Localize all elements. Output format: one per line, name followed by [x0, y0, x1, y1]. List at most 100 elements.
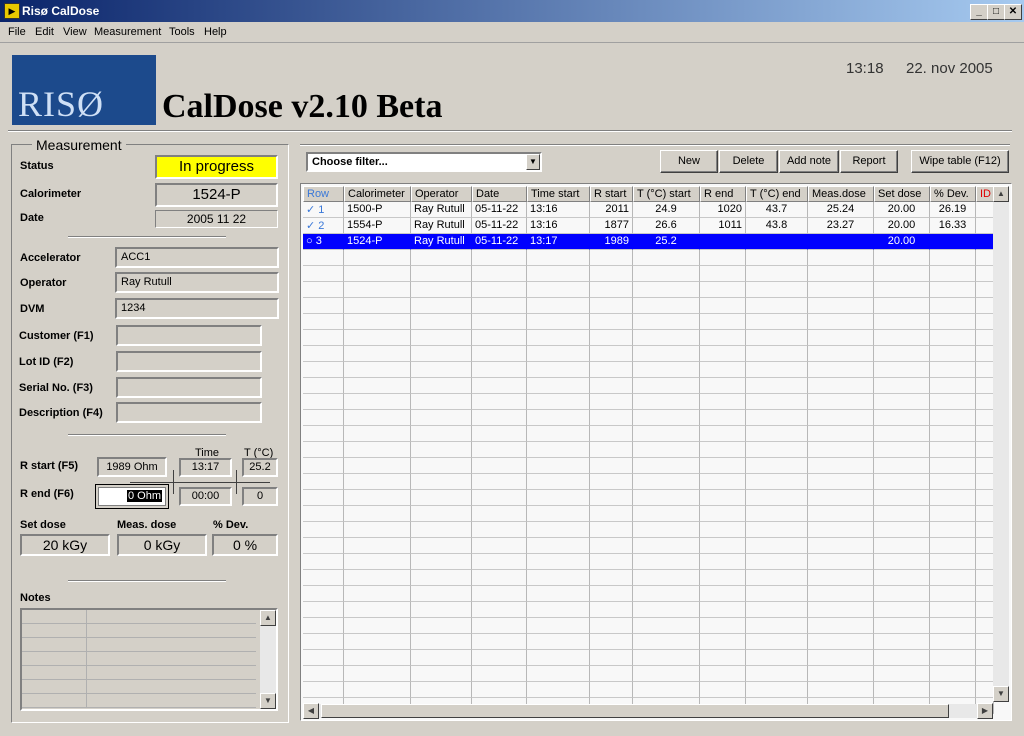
empty-cell[interactable]: [746, 618, 808, 634]
empty-cell[interactable]: [344, 298, 411, 314]
empty-cell[interactable]: [930, 522, 976, 538]
empty-cell[interactable]: [472, 570, 527, 586]
table-cell[interactable]: 1989: [590, 234, 633, 250]
vertical-scrollbar[interactable]: ▲ ▼: [993, 186, 1009, 702]
empty-cell[interactable]: [930, 346, 976, 362]
empty-cell[interactable]: [527, 314, 590, 330]
empty-cell[interactable]: [590, 634, 633, 650]
empty-cell[interactable]: [527, 522, 590, 538]
empty-cell[interactable]: [808, 346, 874, 362]
empty-cell[interactable]: [472, 554, 527, 570]
minimize-button[interactable]: _: [970, 4, 988, 20]
wipe-table-button[interactable]: Wipe table (F12): [911, 150, 1009, 173]
menu-edit[interactable]: Edit: [35, 26, 54, 38]
empty-cell[interactable]: [746, 458, 808, 474]
empty-cell[interactable]: [808, 490, 874, 506]
empty-cell[interactable]: [808, 442, 874, 458]
empty-cell[interactable]: [874, 570, 930, 586]
empty-cell[interactable]: [700, 282, 746, 298]
empty-cell[interactable]: [590, 282, 633, 298]
empty-cell[interactable]: [633, 314, 700, 330]
scroll-right-icon[interactable]: ▶: [977, 703, 993, 719]
empty-cell[interactable]: [633, 666, 700, 682]
column-header[interactable]: Meas.dose: [808, 186, 874, 202]
empty-cell[interactable]: [874, 634, 930, 650]
empty-cell[interactable]: [303, 586, 344, 602]
delete-button[interactable]: Delete: [719, 150, 778, 173]
empty-cell[interactable]: [303, 634, 344, 650]
empty-cell[interactable]: [930, 330, 976, 346]
empty-cell[interactable]: [472, 442, 527, 458]
empty-cell[interactable]: [633, 506, 700, 522]
empty-cell[interactable]: [700, 410, 746, 426]
empty-cell[interactable]: [527, 426, 590, 442]
table-cell[interactable]: 25.2: [633, 234, 700, 250]
filter-dropdown[interactable]: Choose filter... ▼: [306, 152, 542, 172]
table-cell[interactable]: [700, 234, 746, 250]
empty-cell[interactable]: [472, 410, 527, 426]
table-cell[interactable]: 23.27: [808, 218, 874, 234]
empty-cell[interactable]: [590, 266, 633, 282]
empty-cell[interactable]: [874, 378, 930, 394]
empty-cell[interactable]: [590, 570, 633, 586]
empty-cell[interactable]: [344, 442, 411, 458]
empty-cell[interactable]: [590, 394, 633, 410]
empty-cell[interactable]: [344, 538, 411, 554]
notes-table[interactable]: ▲ ▼: [20, 608, 278, 711]
empty-cell[interactable]: [472, 618, 527, 634]
empty-cell[interactable]: [527, 618, 590, 634]
empty-cell[interactable]: [746, 346, 808, 362]
empty-cell[interactable]: [930, 650, 976, 666]
empty-cell[interactable]: [930, 602, 976, 618]
column-header[interactable]: R end: [700, 186, 746, 202]
empty-cell[interactable]: [700, 314, 746, 330]
empty-cell[interactable]: [808, 666, 874, 682]
empty-cell[interactable]: [633, 330, 700, 346]
empty-cell[interactable]: [874, 458, 930, 474]
empty-cell[interactable]: [303, 346, 344, 362]
empty-cell[interactable]: [633, 586, 700, 602]
empty-cell[interactable]: [472, 250, 527, 266]
table-cell[interactable]: 1500-P: [344, 202, 411, 218]
empty-cell[interactable]: [874, 618, 930, 634]
empty-cell[interactable]: [303, 426, 344, 442]
menu-help[interactable]: Help: [204, 26, 227, 38]
empty-cell[interactable]: [411, 362, 472, 378]
empty-cell[interactable]: [590, 458, 633, 474]
empty-cell[interactable]: [746, 282, 808, 298]
table-cell[interactable]: 13:16: [527, 218, 590, 234]
empty-cell[interactable]: [700, 458, 746, 474]
empty-cell[interactable]: [746, 266, 808, 282]
empty-cell[interactable]: [527, 474, 590, 490]
empty-cell[interactable]: [303, 378, 344, 394]
empty-cell[interactable]: [976, 586, 994, 602]
empty-cell[interactable]: [746, 410, 808, 426]
empty-cell[interactable]: [700, 538, 746, 554]
empty-cell[interactable]: [746, 490, 808, 506]
empty-cell[interactable]: [411, 682, 472, 698]
empty-cell[interactable]: [411, 474, 472, 490]
empty-cell[interactable]: [344, 426, 411, 442]
empty-cell[interactable]: [808, 522, 874, 538]
empty-cell[interactable]: [633, 490, 700, 506]
empty-cell[interactable]: [930, 282, 976, 298]
empty-cell[interactable]: [976, 410, 994, 426]
empty-cell[interactable]: [344, 394, 411, 410]
empty-cell[interactable]: [590, 522, 633, 538]
empty-cell[interactable]: [472, 474, 527, 490]
empty-cell[interactable]: [746, 506, 808, 522]
empty-cell[interactable]: [472, 426, 527, 442]
empty-cell[interactable]: [874, 362, 930, 378]
table-cell[interactable]: 05-11-22: [472, 218, 527, 234]
table-cell[interactable]: 20.00: [874, 218, 930, 234]
empty-cell[interactable]: [633, 570, 700, 586]
table-cell[interactable]: 24.9: [633, 202, 700, 218]
table-cell[interactable]: 13:17: [527, 234, 590, 250]
empty-cell[interactable]: [590, 602, 633, 618]
empty-cell[interactable]: [976, 650, 994, 666]
empty-cell[interactable]: [472, 522, 527, 538]
table-cell[interactable]: 43.7: [746, 202, 808, 218]
add-note-button[interactable]: Add note: [779, 150, 839, 173]
empty-cell[interactable]: [590, 346, 633, 362]
empty-cell[interactable]: [700, 634, 746, 650]
